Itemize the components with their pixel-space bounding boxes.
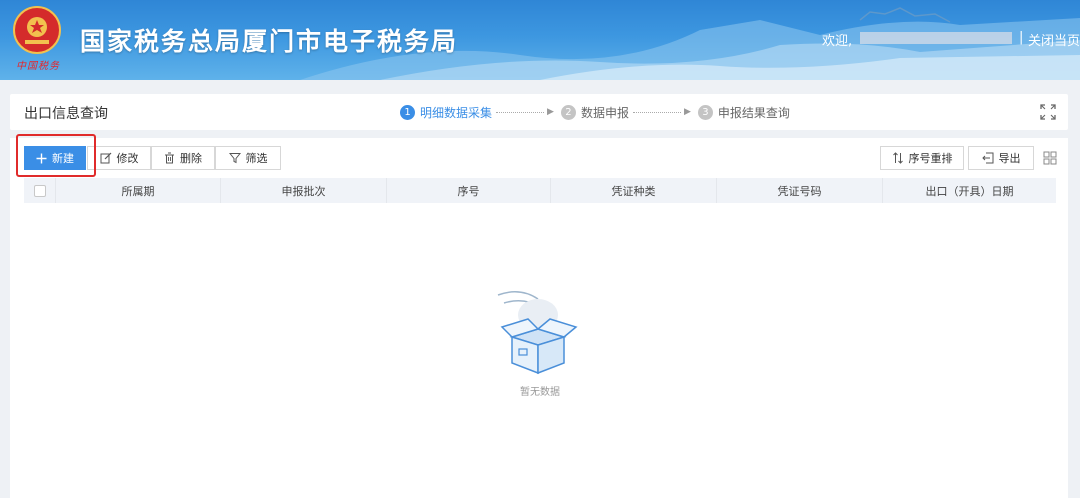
page-titlebar: 出口信息查询 1 明细数据采集 ▶ 2 数据申报 ▶ 3 申报结果查询: [10, 94, 1068, 130]
step-arrow-icon: ▶: [683, 107, 691, 117]
reorder-button[interactable]: 序号重排: [880, 146, 964, 170]
step-1-label: 明细数据采集: [420, 105, 493, 120]
empty-state-text: 暂无数据: [520, 387, 560, 398]
select-all-checkbox[interactable]: [33, 184, 46, 197]
column-header[interactable]: 序号: [387, 178, 551, 203]
tax-emblem-icon: [13, 6, 61, 54]
edit-button-label: 修改: [116, 152, 139, 165]
new-button[interactable]: 新建: [24, 146, 86, 170]
step-connector: [632, 111, 681, 113]
step-3[interactable]: 3 申报结果查询: [697, 104, 790, 121]
step-arrow-icon: ▶: [547, 107, 554, 117]
empty-box-icon: [497, 291, 578, 375]
step-connector: [496, 111, 545, 113]
delete-button[interactable]: 删除: [151, 146, 215, 170]
step-2[interactable]: 2 数据申报: [560, 104, 629, 121]
reorder-button-label: 序号重排: [908, 152, 953, 165]
filter-button[interactable]: 筛选: [215, 146, 281, 170]
header-separator: |: [1019, 30, 1024, 45]
export-button-label: 导出: [998, 152, 1021, 165]
slogan-text: 中国税务: [16, 61, 60, 72]
delete-button-label: 删除: [180, 152, 202, 165]
site-header: 中国税务 国家税务总局厦门市电子税务局 欢迎, | 关闭当页: [0, 0, 1080, 80]
site-title: 国家税务总局厦门市电子税务局: [80, 27, 459, 56]
close-page-link[interactable]: 关闭当页: [1028, 30, 1080, 49]
column-header[interactable]: 出口（开具）日期: [883, 178, 1056, 203]
export-button[interactable]: 导出: [968, 146, 1034, 170]
edit-button[interactable]: 修改: [87, 146, 151, 170]
column-settings-icon[interactable]: [1042, 150, 1058, 166]
column-header[interactable]: 申报批次: [221, 178, 387, 203]
username-redacted: [860, 32, 1012, 44]
step-3-number: 3: [697, 104, 713, 120]
plus-icon: [36, 153, 47, 163]
step-indicator: 1 明细数据采集 ▶ 2 数据申报 ▶ 3 申报结果查询: [400, 103, 790, 121]
welcome-label: 欢迎,: [822, 34, 853, 49]
filter-button-label: 筛选: [245, 152, 268, 165]
table-header: 所属期 申报批次 序号 凭证种类 凭证号码 出口（开具）日期: [24, 178, 1056, 203]
fullscreen-icon[interactable]: [1040, 104, 1056, 120]
step-1[interactable]: 1 明细数据采集: [400, 104, 492, 121]
step-2-label: 数据申报: [580, 105, 629, 120]
export-icon: [981, 152, 993, 164]
sort-icon: [892, 152, 903, 164]
step-2-number: 2: [560, 104, 576, 120]
page-title: 出口信息查询: [24, 106, 108, 122]
column-header[interactable]: 凭证号码: [717, 178, 883, 203]
column-header[interactable]: 凭证种类: [551, 178, 717, 203]
column-header[interactable]: 所属期: [56, 178, 221, 203]
step-3-label: 申报结果查询: [717, 105, 790, 120]
step-1-number: 1: [400, 104, 415, 120]
trash-icon: [165, 152, 174, 164]
new-button-label: 新建: [52, 152, 74, 165]
edit-icon: [100, 152, 111, 164]
select-all-cell: [24, 178, 56, 203]
filter-icon: [228, 153, 241, 164]
